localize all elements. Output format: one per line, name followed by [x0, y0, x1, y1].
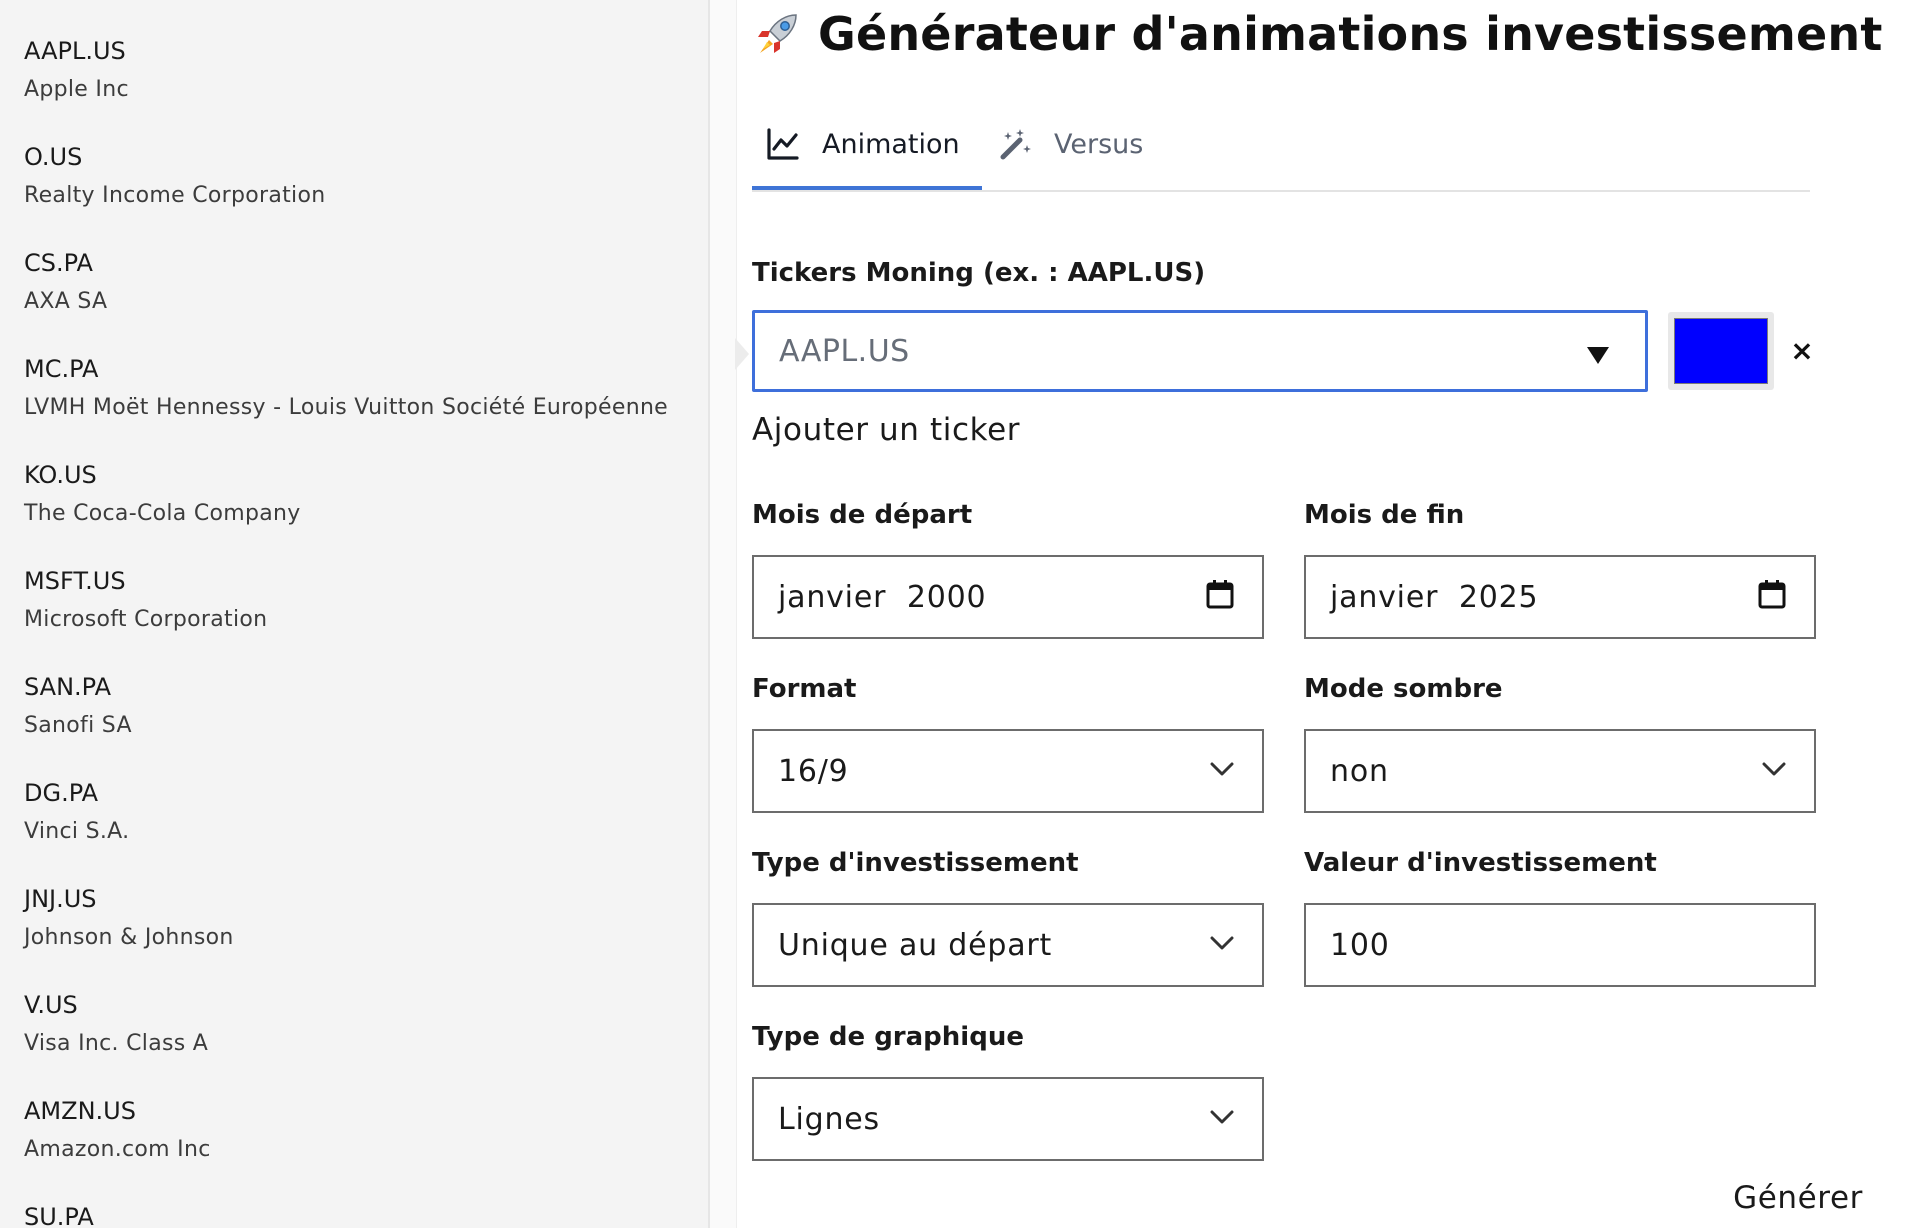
- ticker-sidebar: AAPL.US Apple Inc O.US Realty Income Cor…: [0, 0, 710, 1228]
- tab-versus[interactable]: Versus: [998, 100, 1143, 188]
- dark-mode-select[interactable]: non: [1304, 729, 1816, 813]
- sidebar-ticker-o[interactable]: O.US Realty Income Corporation: [24, 142, 704, 210]
- ticker-symbol: SAN.PA: [24, 673, 112, 701]
- tab-label: Versus: [1054, 128, 1144, 160]
- tab-label: Animation: [822, 128, 960, 160]
- ticker-company-name: Johnson & Johnson: [24, 925, 234, 950]
- chart-type-label: Type de graphique: [752, 1022, 1024, 1052]
- ticker-company-name: LVMH Moët Hennessy - Louis Vuitton Socié…: [24, 395, 669, 420]
- dropdown-caret-icon: [1587, 347, 1609, 364]
- ticker-symbol: KO.US: [24, 461, 97, 489]
- start-month-input[interactable]: janvier 2000: [752, 555, 1264, 639]
- sidebar-ticker-aapl[interactable]: AAPL.US Apple Inc: [24, 36, 704, 104]
- ticker-company-name: Visa Inc. Class A: [24, 1031, 209, 1056]
- sidebar-ticker-dg[interactable]: DG.PA Vinci S.A.: [24, 778, 704, 846]
- sidebar-ticker-su[interactable]: SU.PA: [24, 1202, 704, 1228]
- ticker-company-name: AXA SA: [24, 289, 108, 314]
- tab-animation[interactable]: Animation: [766, 100, 960, 188]
- ticker-company-name: Amazon.com Inc: [24, 1137, 211, 1162]
- chevron-down-icon: [1210, 762, 1234, 776]
- ticker-company-name: Apple Inc: [24, 77, 129, 102]
- investment-type-select[interactable]: Unique au départ: [752, 903, 1264, 987]
- investment-value-label: Valeur d'investissement: [1304, 848, 1657, 878]
- investment-value-input[interactable]: 100: [1304, 903, 1816, 987]
- generate-button[interactable]: Générer: [1733, 1180, 1863, 1216]
- dark-mode-label: Mode sombre: [1304, 674, 1503, 704]
- ticker-company-name: Realty Income Corporation: [24, 183, 326, 208]
- sidebar-collapse-arrow-icon[interactable]: [735, 338, 749, 370]
- sidebar-ticker-msft[interactable]: MSFT.US Microsoft Corporation: [24, 566, 704, 634]
- ticker-company-name: Sanofi SA: [24, 713, 132, 738]
- ticker-symbol: CS.PA: [24, 249, 93, 277]
- ticker-symbol: MC.PA: [24, 355, 99, 383]
- ticker-company-name: The Coca-Cola Company: [24, 501, 301, 526]
- page-title: Générateur d'animations investissement: [752, 6, 1883, 62]
- chevron-down-icon: [1210, 1110, 1234, 1124]
- sidebar-ticker-ko[interactable]: KO.US The Coca-Cola Company: [24, 460, 704, 528]
- sidebar-resize-gutter[interactable]: [710, 0, 737, 1228]
- ticker-company-name: Vinci S.A.: [24, 819, 130, 844]
- tickers-label: Tickers Moning (ex. : AAPL.US): [752, 258, 1206, 288]
- ticker-select-value: AAPL.US: [779, 333, 910, 369]
- chevron-down-icon: [1210, 936, 1234, 950]
- sidebar-ticker-cs[interactable]: CS.PA AXA SA: [24, 248, 704, 316]
- remove-ticker-button[interactable]: ×: [1788, 334, 1816, 368]
- sidebar-ticker-mc[interactable]: MC.PA LVMH Moët Hennessy - Louis Vuitton…: [24, 354, 704, 422]
- calendar-icon[interactable]: [1758, 579, 1786, 609]
- page-title-text: Générateur d'animations investissement: [818, 7, 1883, 61]
- format-label: Format: [752, 674, 857, 704]
- ticker-symbol: AMZN.US: [24, 1097, 136, 1125]
- ticker-symbol: V.US: [24, 991, 78, 1019]
- end-month-input[interactable]: janvier 2025: [1304, 555, 1816, 639]
- format-value: 16/9: [778, 753, 849, 789]
- ticker-symbol: O.US: [24, 143, 83, 171]
- start-month-value: janvier 2000: [778, 579, 987, 615]
- main-panel: Générateur d'animations investissement A…: [752, 0, 1920, 1228]
- format-select[interactable]: 16/9: [752, 729, 1264, 813]
- add-ticker-button[interactable]: Ajouter un ticker: [752, 412, 1020, 448]
- dark-mode-value: non: [1330, 753, 1389, 789]
- end-month-label: Mois de fin: [1304, 500, 1465, 530]
- active-tab-indicator: [752, 186, 982, 190]
- ticker-company-name: Microsoft Corporation: [24, 607, 268, 632]
- ticker-select[interactable]: AAPL.US: [752, 310, 1648, 392]
- ticker-color-picker[interactable]: [1668, 312, 1774, 390]
- ticker-symbol: MSFT.US: [24, 567, 126, 595]
- ticker-symbol: JNJ.US: [24, 885, 97, 913]
- end-month-value: janvier 2025: [1330, 579, 1539, 615]
- ticker-symbol: AAPL.US: [24, 37, 126, 65]
- sidebar-ticker-san[interactable]: SAN.PA Sanofi SA: [24, 672, 704, 740]
- investment-value: 100: [1330, 927, 1390, 963]
- tab-bar: Animation Versus: [752, 100, 1810, 192]
- calendar-icon[interactable]: [1206, 579, 1234, 609]
- color-swatch-fill: [1674, 318, 1768, 384]
- chevron-down-icon: [1762, 762, 1786, 776]
- rocket-icon: [758, 14, 797, 53]
- investment-type-label: Type d'investissement: [752, 848, 1079, 878]
- investment-type-value: Unique au départ: [778, 927, 1053, 963]
- ticker-symbol: DG.PA: [24, 779, 99, 807]
- ticker-symbol: SU.PA: [24, 1203, 94, 1228]
- sidebar-ticker-v[interactable]: V.US Visa Inc. Class A: [24, 990, 704, 1058]
- chart-type-select[interactable]: Lignes: [752, 1077, 1264, 1161]
- line-chart-icon: [767, 128, 799, 160]
- magic-wand-icon: [1000, 129, 1031, 160]
- sidebar-ticker-jnj[interactable]: JNJ.US Johnson & Johnson: [24, 884, 704, 952]
- sidebar-ticker-amzn[interactable]: AMZN.US Amazon.com Inc: [24, 1096, 704, 1164]
- start-month-label: Mois de départ: [752, 500, 973, 530]
- chart-type-value: Lignes: [778, 1101, 880, 1137]
